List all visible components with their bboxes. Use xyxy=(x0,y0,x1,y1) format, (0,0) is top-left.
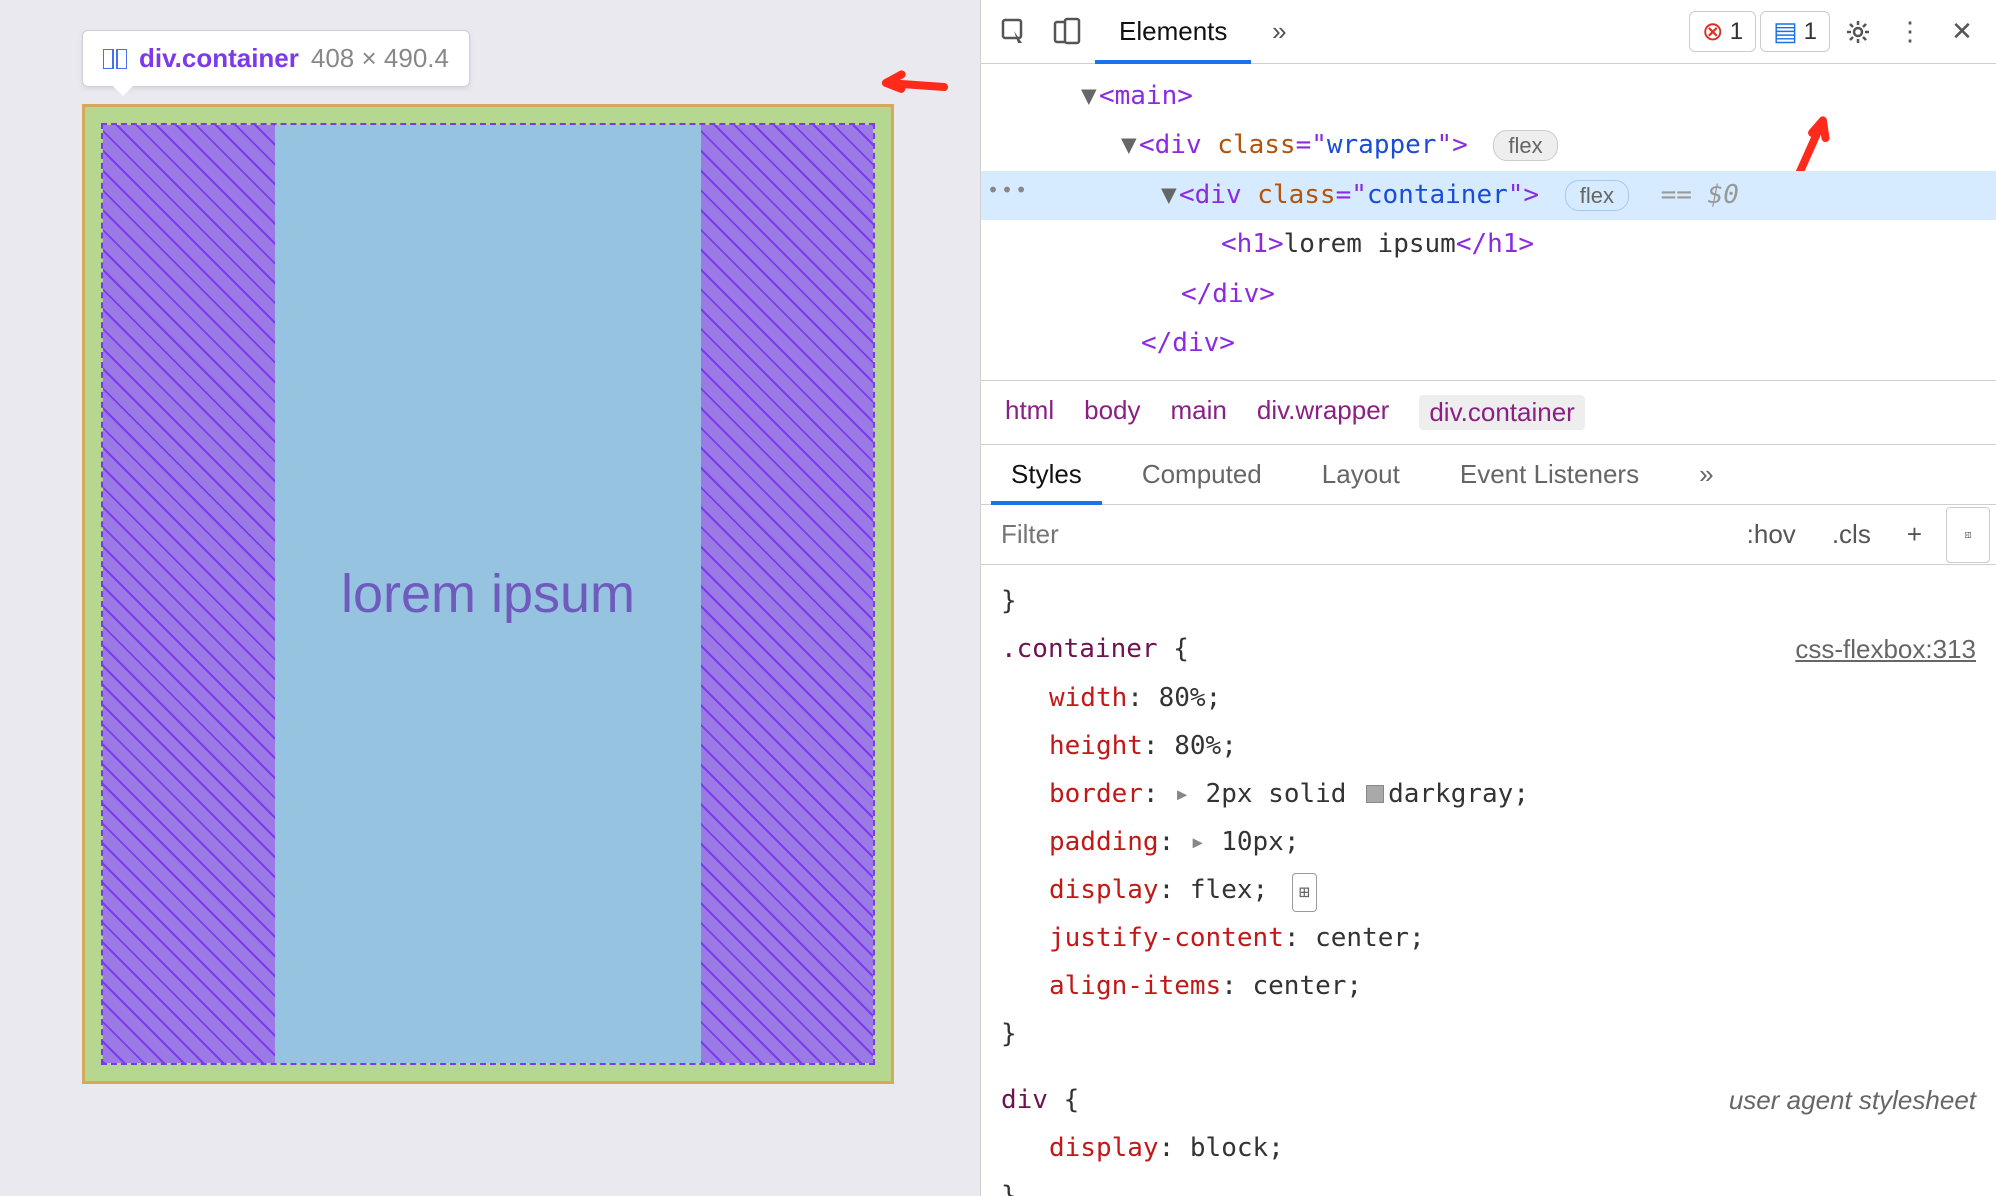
inspect-element-button[interactable] xyxy=(991,8,1039,56)
tab-event-listeners[interactable]: Event Listeners xyxy=(1430,445,1669,504)
close-devtools-button[interactable]: ✕ xyxy=(1938,8,1986,56)
device-toolbar-button[interactable] xyxy=(1043,8,1091,56)
error-badge[interactable]: ⊗ 1 xyxy=(1689,11,1756,52)
color-swatch[interactable] xyxy=(1366,785,1384,803)
page-heading: lorem ipsum xyxy=(341,563,635,625)
highlighted-element-box: lorem ipsum xyxy=(82,104,894,1084)
breadcrumb-item[interactable]: html xyxy=(1005,395,1054,430)
computed-sidebar-toggle[interactable] xyxy=(1946,507,1990,563)
flex-container-icon xyxy=(103,49,127,69)
dom-node-selected[interactable]: ▼<div class="container"> flex == $0 xyxy=(981,171,1996,220)
styles-filter-row: :hov .cls + xyxy=(981,505,1996,565)
styles-subtabs: Styles Computed Layout Event Listeners » xyxy=(981,445,1996,505)
message-badge[interactable]: ▤ 1 xyxy=(1760,11,1830,52)
flex-badge[interactable]: flex xyxy=(1493,130,1557,161)
new-style-rule-button[interactable]: + xyxy=(1889,507,1940,563)
dom-node[interactable]: </div> xyxy=(981,270,1996,319)
kebab-menu-button[interactable]: ⋮ xyxy=(1886,8,1934,56)
error-icon: ⊗ xyxy=(1702,16,1724,47)
dom-node[interactable]: ▼<main> xyxy=(981,72,1996,121)
devtools-panel: Elements » ⊗ 1 ▤ 1 ⋮ ✕ ▼<main> ▼<div cl xyxy=(980,0,1996,1196)
console-reference: == $0 xyxy=(1661,180,1739,210)
hov-toggle-button[interactable]: :hov xyxy=(1729,507,1814,563)
more-tabs-button[interactable]: » xyxy=(1255,8,1303,56)
devtools-toolbar: Elements » ⊗ 1 ▤ 1 ⋮ ✕ xyxy=(981,0,1996,64)
tooltip-dimensions: 408 × 490.4 xyxy=(311,43,449,74)
tab-layout[interactable]: Layout xyxy=(1292,445,1430,504)
css-rules-pane[interactable]: } css-flexbox:313 .container { width: 80… xyxy=(981,565,1996,1196)
tab-computed[interactable]: Computed xyxy=(1112,445,1292,504)
message-icon: ▤ xyxy=(1773,16,1798,47)
css-source-ua: user agent stylesheet xyxy=(1729,1076,1976,1124)
css-rule-user-agent[interactable]: user agent stylesheet div { display: blo… xyxy=(1001,1076,1976,1196)
cls-toggle-button[interactable]: .cls xyxy=(1814,507,1889,563)
dom-node[interactable]: <h1>lorem ipsum</h1> xyxy=(981,220,1996,269)
breadcrumb-item[interactable]: main xyxy=(1171,395,1227,430)
css-source-link[interactable]: css-flexbox:313 xyxy=(1795,625,1976,673)
flex-badge[interactable]: flex xyxy=(1565,180,1629,211)
tab-elements[interactable]: Elements xyxy=(1095,0,1251,63)
dom-node[interactable]: </div> xyxy=(981,319,1996,368)
tooltip-element-label: div.container xyxy=(139,43,299,74)
breadcrumb-item[interactable]: div.wrapper xyxy=(1257,395,1389,430)
more-styles-tabs[interactable]: » xyxy=(1669,445,1743,504)
element-inspector-tooltip: div.container 408 × 490.4 xyxy=(82,30,470,87)
css-rule[interactable]: css-flexbox:313 .container { width: 80%;… xyxy=(1001,625,1976,1058)
dom-tree[interactable]: ▼<main> ▼<div class="wrapper"> flex ▼<di… xyxy=(981,64,1996,380)
breadcrumb-item-selected[interactable]: div.container xyxy=(1419,395,1585,430)
flex-editor-icon[interactable]: ⊞ xyxy=(1292,873,1317,912)
styles-filter-input[interactable] xyxy=(981,505,1729,564)
tab-styles[interactable]: Styles xyxy=(981,445,1112,504)
dom-breadcrumb[interactable]: html body main div.wrapper div.container xyxy=(981,380,1996,445)
settings-button[interactable] xyxy=(1834,8,1882,56)
breadcrumb-item[interactable]: body xyxy=(1084,395,1140,430)
page-viewport: div.container 408 × 490.4 lorem ipsum xyxy=(0,0,980,1196)
